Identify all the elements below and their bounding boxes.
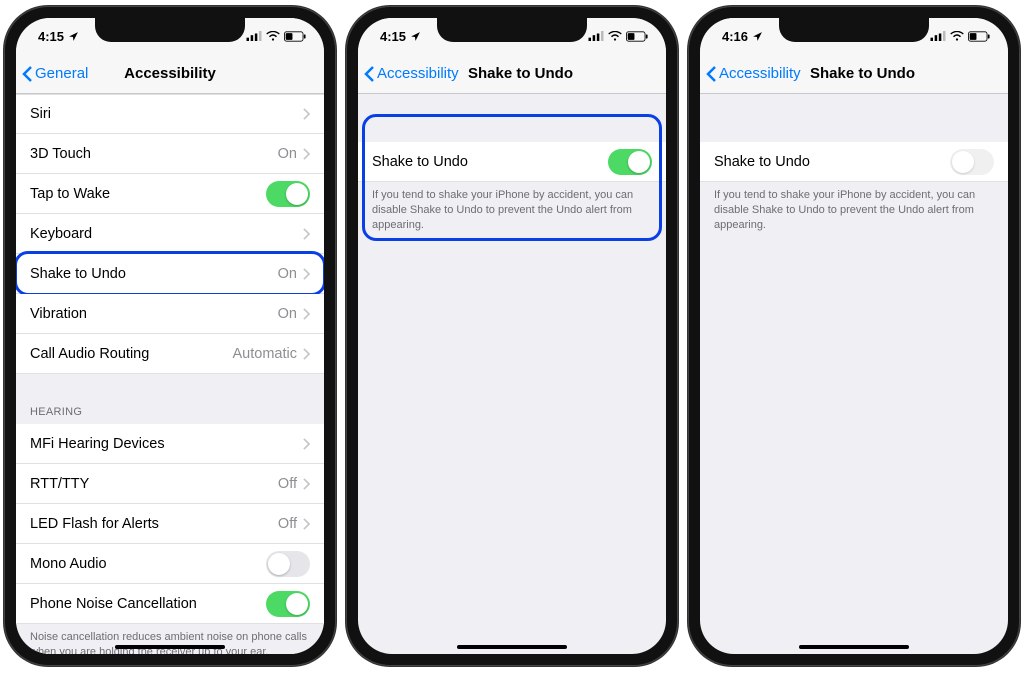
content[interactable]: Siri 3D Touch On Tap to Wake Keyboard Sh… <box>16 94 324 654</box>
row-value: On <box>278 306 297 322</box>
toggle-switch[interactable] <box>266 181 310 207</box>
row-noise-cancel[interactable]: Phone Noise Cancellation <box>16 584 324 624</box>
row-value: Off <box>278 476 297 492</box>
row-vibration[interactable]: Vibration On <box>16 294 324 334</box>
chevron-left-icon <box>22 65 33 83</box>
battery-icon <box>626 31 648 42</box>
row-shake-to-undo-toggle[interactable]: Shake to Undo <box>358 142 666 182</box>
row-label: Shake to Undo <box>372 154 468 170</box>
nav-bar: Accessibility Shake to Undo <box>358 54 666 94</box>
signal-icon <box>246 31 262 41</box>
row-3d-touch[interactable]: 3D Touch On <box>16 134 324 174</box>
row-rtt-tty[interactable]: RTT/TTY Off <box>16 464 324 504</box>
nav-back-label: Accessibility <box>719 65 801 82</box>
section-footer: If you tend to shake your iPhone by acci… <box>358 182 666 243</box>
row-mono-audio[interactable]: Mono Audio <box>16 544 324 584</box>
chevron-right-icon <box>303 518 310 530</box>
wifi-icon <box>266 31 280 41</box>
content[interactable]: Shake to Undo If you tend to shake your … <box>700 94 1008 243</box>
screen: 4:16 Accessibility Shake to Undo Shake t… <box>700 18 1008 654</box>
row-shake-to-undo-toggle[interactable]: Shake to Undo <box>700 142 1008 182</box>
chevron-left-icon <box>706 65 717 83</box>
location-icon <box>410 31 421 42</box>
screen: 4:15 Accessibility Shake to Undo Shake t… <box>358 18 666 654</box>
chevron-right-icon <box>303 148 310 160</box>
row-label: Shake to Undo <box>30 266 126 282</box>
section-footer: Noise cancellation reduces ambient noise… <box>16 624 324 654</box>
chevron-right-icon <box>303 348 310 360</box>
row-label: LED Flash for Alerts <box>30 516 159 532</box>
row-label: Siri <box>30 106 51 122</box>
row-label: MFi Hearing Devices <box>30 436 165 452</box>
row-mfi-hearing[interactable]: MFi Hearing Devices <box>16 424 324 464</box>
nav-back-button[interactable]: General <box>22 65 88 83</box>
status-time: 4:15 <box>380 29 406 44</box>
screen: 4:15 General Accessibility Siri <box>16 18 324 654</box>
nav-bar: Accessibility Shake to Undo <box>700 54 1008 94</box>
phone-frame: 4:16 Accessibility Shake to Undo Shake t… <box>688 6 1020 666</box>
phone-frame: 4:15 Accessibility Shake to Undo Shake t… <box>346 6 678 666</box>
row-label: Call Audio Routing <box>30 346 149 362</box>
toggle-switch[interactable] <box>266 591 310 617</box>
section-header: HEARING <box>16 398 324 424</box>
chevron-right-icon <box>303 438 310 450</box>
row-siri[interactable]: Siri <box>16 94 324 134</box>
section-footer: If you tend to shake your iPhone by acci… <box>700 182 1008 243</box>
status-time: 4:15 <box>38 29 64 44</box>
row-tap-to-wake[interactable]: Tap to Wake <box>16 174 324 214</box>
chevron-left-icon <box>364 65 375 83</box>
row-call-audio-routing[interactable]: Call Audio Routing Automatic <box>16 334 324 374</box>
chevron-right-icon <box>303 478 310 490</box>
location-icon <box>68 31 79 42</box>
battery-icon <box>968 31 990 42</box>
nav-back-label: General <box>35 65 88 82</box>
row-label: Keyboard <box>30 226 92 242</box>
toggle-switch[interactable] <box>950 149 994 175</box>
nav-back-button[interactable]: Accessibility <box>706 65 801 83</box>
nav-back-button[interactable]: Accessibility <box>364 65 459 83</box>
wifi-icon <box>608 31 622 41</box>
signal-icon <box>588 31 604 41</box>
row-label: RTT/TTY <box>30 476 89 492</box>
nav-back-label: Accessibility <box>377 65 459 82</box>
row-value: Off <box>278 516 297 532</box>
row-led-flash[interactable]: LED Flash for Alerts Off <box>16 504 324 544</box>
chevron-right-icon <box>303 268 310 280</box>
home-indicator <box>799 645 909 649</box>
toggle-switch[interactable] <box>266 551 310 577</box>
row-label: Shake to Undo <box>714 154 810 170</box>
row-value: On <box>278 146 297 162</box>
row-label: Tap to Wake <box>30 186 110 202</box>
notch <box>95 18 245 42</box>
wifi-icon <box>950 31 964 41</box>
chevron-right-icon <box>303 308 310 320</box>
battery-icon <box>284 31 306 42</box>
row-label: Vibration <box>30 306 87 322</box>
phone-frame: 4:15 General Accessibility Siri <box>4 6 336 666</box>
toggle-switch[interactable] <box>608 149 652 175</box>
row-label: Mono Audio <box>30 556 107 572</box>
row-value: Automatic <box>233 346 297 362</box>
nav-bar: General Accessibility <box>16 54 324 94</box>
row-value: On <box>278 266 297 282</box>
home-indicator <box>115 645 225 649</box>
row-label: Phone Noise Cancellation <box>30 596 197 612</box>
notch <box>437 18 587 42</box>
row-shake-to-undo[interactable]: Shake to Undo On <box>16 254 324 294</box>
content[interactable]: Shake to Undo If you tend to shake your … <box>358 94 666 243</box>
row-keyboard[interactable]: Keyboard <box>16 214 324 254</box>
home-indicator <box>457 645 567 649</box>
row-label: 3D Touch <box>30 146 91 162</box>
status-time: 4:16 <box>722 29 748 44</box>
chevron-right-icon <box>303 108 310 120</box>
location-icon <box>752 31 763 42</box>
signal-icon <box>930 31 946 41</box>
notch <box>779 18 929 42</box>
chevron-right-icon <box>303 228 310 240</box>
